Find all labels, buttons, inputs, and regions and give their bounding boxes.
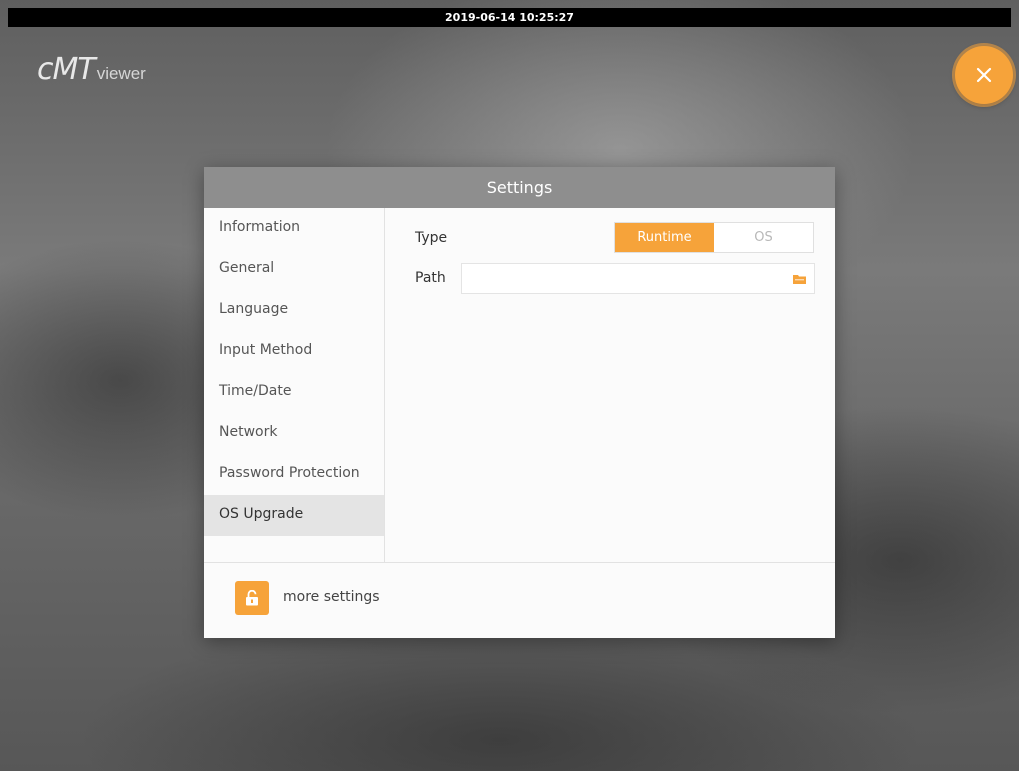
sidebar-item-label: Password Protection	[219, 465, 360, 481]
sidebar-item-language[interactable]: Language	[204, 290, 384, 331]
sidebar-item-label: Information	[219, 219, 301, 235]
type-option-os[interactable]: OS	[714, 223, 813, 252]
more-settings-lock-button[interactable]	[235, 581, 269, 615]
sidebar-item-label: Network	[219, 424, 278, 440]
path-label: Path	[415, 270, 446, 286]
status-bar: 2019-06-14 10:25:27	[8, 8, 1011, 27]
more-settings-label[interactable]: more settings	[283, 589, 380, 605]
sidebar-item-time-date[interactable]: Time/Date	[204, 372, 384, 413]
settings-content: Type Runtime OS Path	[385, 208, 835, 562]
unlock-icon	[246, 590, 258, 606]
logo-sub: viewer	[96, 64, 146, 83]
path-input[interactable]	[461, 263, 815, 294]
sidebar-item-input-method[interactable]: Input Method	[204, 331, 384, 372]
sidebar-item-label: OS Upgrade	[219, 506, 304, 522]
dialog-footer: more settings	[204, 562, 835, 638]
sidebar-item-network[interactable]: Network	[204, 413, 384, 454]
type-option-runtime[interactable]: Runtime	[615, 223, 714, 252]
sidebar-item-label: General	[219, 260, 275, 276]
logo-main: cMT	[37, 52, 96, 87]
status-datetime: 2019-06-14 10:25:27	[445, 11, 574, 24]
type-segmented-control: Runtime OS	[614, 222, 814, 253]
folder-icon[interactable]	[793, 274, 806, 284]
settings-sidebar: Information General Language Input Metho…	[204, 208, 385, 562]
settings-dialog: Settings Information General Language In…	[204, 167, 835, 638]
sidebar-item-label: Input Method	[219, 342, 313, 358]
sidebar-item-label: Time/Date	[219, 383, 292, 399]
dialog-title: Settings	[486, 178, 553, 197]
sidebar-item-label: Language	[219, 301, 289, 317]
sidebar-item-password-protection[interactable]: Password Protection	[204, 454, 384, 495]
sidebar-item-general[interactable]: General	[204, 249, 384, 290]
app-logo: cMT viewer	[37, 52, 146, 87]
sidebar-item-information[interactable]: Information	[204, 208, 384, 249]
close-button[interactable]	[955, 46, 1013, 104]
type-label: Type	[415, 230, 448, 246]
dialog-header: Settings	[204, 167, 835, 208]
sidebar-item-os-upgrade[interactable]: OS Upgrade	[204, 495, 384, 536]
close-icon	[976, 67, 992, 83]
